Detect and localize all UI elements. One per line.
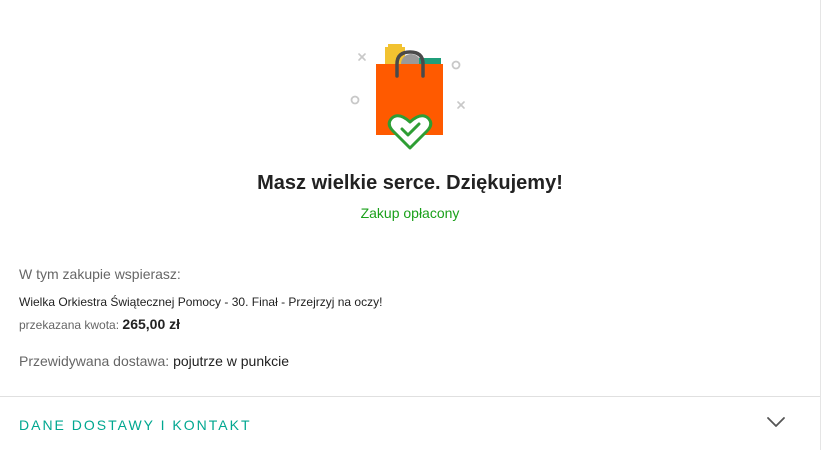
donation-amount-label: przekazana kwota: xyxy=(19,318,120,332)
shopping-bag-heart-icon xyxy=(350,44,465,150)
donation-amount-row: przekazana kwota: 265,00 zł xyxy=(19,316,180,332)
delivery-contact-section-toggle[interactable]: DANE DOSTAWY I KONTAKT xyxy=(0,397,820,450)
donation-amount-value: 265,00 zł xyxy=(122,316,181,332)
delivery-estimate-label: Przewidywana dostawa: xyxy=(19,353,170,369)
order-confirmation-card: Masz wielkie serce. Dziękujemy! Zakup op… xyxy=(0,0,821,450)
chevron-down-icon[interactable] xyxy=(766,415,786,429)
delivery-contact-section-title: DANE DOSTAWY I KONTAKT xyxy=(19,417,252,433)
delivery-estimate-row: Przewidywana dostawa: pojutrze w punkcie xyxy=(19,353,289,369)
support-heading: W tym zakupie wspierasz: xyxy=(19,266,181,282)
confirmation-headline: Masz wielkie serce. Dziękujemy! xyxy=(257,172,563,194)
payment-status: Zakup opłacony xyxy=(360,205,460,221)
delivery-estimate-value: pojutrze w punkcie xyxy=(173,353,290,369)
campaign-name: Wielka Orkiestra Świątecznej Pomocy - 30… xyxy=(19,295,383,309)
